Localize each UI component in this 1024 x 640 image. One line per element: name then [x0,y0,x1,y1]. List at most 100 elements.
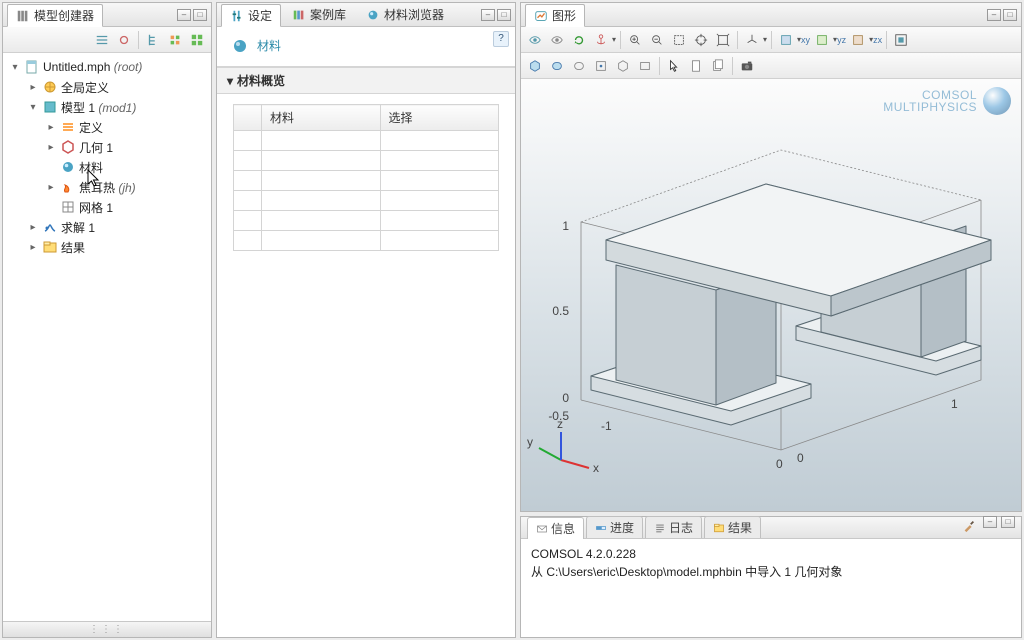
broom-icon[interactable] [959,516,979,536]
materials-table[interactable]: 材料 选择 [233,104,499,251]
panel-window-controls: – □ [481,9,511,21]
table-row[interactable] [234,191,499,211]
table-header-selection[interactable]: 选择 [380,105,499,131]
graphics-tabbar: 图形 – □ [521,3,1021,27]
tree-label: Untitled.mph (root) [43,60,142,74]
tree-node-globe[interactable]: ▸全局定义 [5,77,209,97]
table-row[interactable] [234,131,499,151]
expander-icon[interactable]: ▸ [45,141,57,153]
msg-tab-progress[interactable]: 进度 [586,516,643,538]
tree-label: 定义 [79,119,103,136]
minimize-button[interactable]: – [987,9,1001,21]
tree-group-icon[interactable] [187,30,207,50]
tree-node-heat[interactable]: ▸ 焦耳热 (jh) [5,177,209,197]
expander-icon[interactable]: ▸ [45,181,57,193]
minimize-button[interactable]: – [481,9,495,21]
section-header[interactable]: ▾ 材料概览 [217,67,515,94]
camera-button[interactable] [737,56,757,76]
tab-library[interactable]: 案例库 [283,3,355,26]
separator [771,31,772,49]
pages-button[interactable] [708,56,728,76]
table-row[interactable] [234,171,499,191]
zoom-in-button[interactable] [625,30,645,50]
expander-icon[interactable]: ▾ [27,101,39,113]
expander-icon[interactable] [45,161,57,173]
tree-node-doc[interactable]: ▾ Untitled.mph (root) [5,57,209,77]
tree-sort-icon[interactable] [165,30,185,50]
maximize-button[interactable]: □ [193,9,207,21]
expander-icon[interactable]: ▸ [27,81,39,93]
eye-button[interactable] [547,30,567,50]
table-row[interactable] [234,231,499,251]
zoom-out-button[interactable] [647,30,667,50]
tree-node-mesh[interactable]: 网格 1 [5,197,209,217]
cursor-arrow-button[interactable] [664,56,684,76]
msg-tab-log[interactable]: 日志 [645,516,702,538]
minimize-button[interactable]: – [177,9,191,21]
sel-bnd-button[interactable] [547,56,567,76]
zoom-extents-button[interactable] [713,30,733,50]
axis-xyz-button[interactable] [742,30,762,50]
expander-icon[interactable]: ▸ [45,121,57,133]
results-icon [713,522,725,534]
expander-icon[interactable]: ▸ [27,241,39,253]
table-header-material[interactable]: 材料 [262,105,381,131]
help-button[interactable]: ? [493,31,509,47]
tree-label: 网格 1 [79,199,113,216]
svg-text:z: z [557,417,563,431]
minimize-button[interactable]: – [983,516,997,528]
view-xy-button[interactable] [776,30,796,50]
panel-resizer[interactable]: ⋮⋮⋮ [3,621,211,637]
tree-node-mat[interactable]: 材料 [5,157,209,177]
expander-icon[interactable]: ▾ [9,61,21,73]
tree-node-results[interactable]: ▸结果 [5,237,209,257]
refresh-button[interactable] [569,30,589,50]
tree-node-study[interactable]: ▸求解 1 [5,217,209,237]
sel-rect-button[interactable] [635,56,655,76]
messages-body[interactable]: COMSOL 4.2.0.228从 C:\Users\eric\Desktop\… [521,539,1021,637]
graphics-canvas[interactable]: COMSOL MULTIPHYSICS 1 0.5 0 -1 -0.5 [521,79,1021,511]
zoom-center-button[interactable] [691,30,711,50]
sel-point-button[interactable] [591,56,611,76]
maximize-button[interactable]: □ [1003,9,1017,21]
tree-node-geom[interactable]: ▸几何 1 [5,137,209,157]
tree-expand-icon[interactable] [92,30,112,50]
tree-label: 焦耳热 (jh) [79,179,136,196]
maximize-button[interactable]: □ [1001,516,1015,528]
sel-cube-button[interactable] [613,56,633,76]
model-builder-panel: 模型创建器 – □ ▾ Untitled.mph (root) ▸全局定义▾模型 1… [2,2,212,638]
tab-label: 材料浏览器 [384,6,444,23]
view-yz-button[interactable] [812,30,832,50]
tab-matbrowser[interactable]: 材料浏览器 [357,3,453,26]
view-zx-button[interactable] [848,30,868,50]
dropdown-arrow-icon[interactable]: ▾ [763,35,767,44]
maximize-button[interactable]: □ [497,9,511,21]
panel-window-controls: – □ [177,9,207,21]
anchor-button[interactable] [591,30,611,50]
msg-tab-mail[interactable]: 信息 [527,517,584,539]
tab-settings[interactable]: 设定 [221,4,281,27]
expander-icon[interactable]: ▸ [27,221,39,233]
msg-tab-results[interactable]: 结果 [704,516,761,538]
table-row[interactable] [234,151,499,171]
tab-model-builder[interactable]: 模型创建器 [7,4,103,27]
log-icon [654,522,666,534]
sel-dom-button[interactable] [525,56,545,76]
zoom-box-button[interactable] [669,30,689,50]
model-tree[interactable]: ▾ Untitled.mph (root) ▸全局定义▾模型 1 (mod1) ▸ 定义… [3,53,211,637]
tree-node-model[interactable]: ▾模型 1 (mod1) [5,97,209,117]
eye-arrow-button[interactable] [525,30,545,50]
messages-panel: 信息 进度日志结果 – □ COMSOL 4.2.0.228从 C:\Users\… [520,516,1022,638]
fullscreen-button[interactable] [891,30,911,50]
tree-branch-icon[interactable] [143,30,163,50]
tree-node-defs[interactable]: ▸ 定义 [5,117,209,137]
page-button[interactable] [686,56,706,76]
tab-graphics[interactable]: 图形 [525,4,585,27]
expander-icon[interactable] [45,201,57,213]
dropdown-arrow-icon[interactable]: ▾ [612,35,616,44]
table-row[interactable] [234,211,499,231]
tree-collapse-icon[interactable] [114,30,134,50]
msg-tab-label: 进度 [610,519,634,536]
tab-label: 设定 [248,7,272,24]
sel-edge-button[interactable] [569,56,589,76]
